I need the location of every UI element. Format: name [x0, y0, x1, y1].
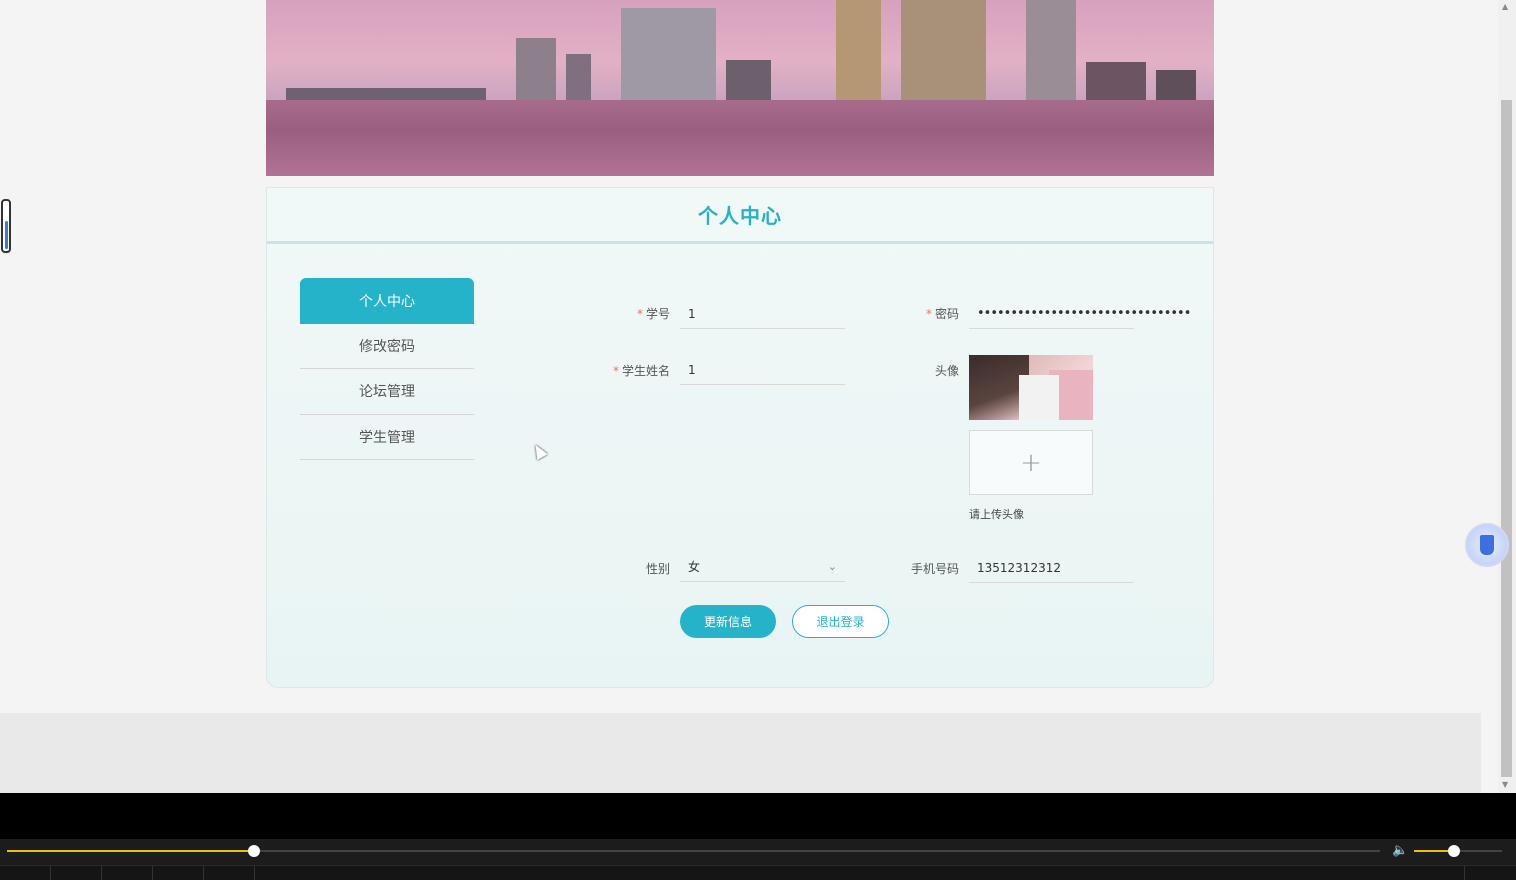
chevron-down-icon: ⌄ — [827, 560, 837, 573]
plus-icon: + — [1020, 447, 1042, 478]
student-id-label: * 学号 — [636, 307, 670, 321]
card-header: 个人中心 — [267, 188, 1213, 244]
logout-button[interactable]: 退出登录 — [792, 605, 889, 638]
student-name-field[interactable]: 1 — [680, 355, 845, 385]
browser-page: 个人中心 个人中心 修改密码 论坛管理 学生管理 * 学号 1 * 密码 •••••… — [0, 0, 1498, 793]
phone-field[interactable]: 13512312312 — [969, 553, 1134, 583]
required-mark: * — [636, 307, 643, 321]
side-menu: 个人中心 修改密码 论坛管理 学生管理 — [300, 278, 474, 460]
progress-fill — [7, 850, 255, 852]
gender-value: 女 — [688, 560, 701, 574]
progress-track[interactable] — [7, 845, 1380, 857]
password-field[interactable]: •••••••••••••••••••••••••••••••• — [969, 299, 1191, 329]
required-mark: * — [925, 307, 932, 321]
progress-knob[interactable] — [248, 845, 261, 857]
player-bottom-row — [0, 865, 1516, 880]
volume-icon[interactable]: 🔈 — [1392, 843, 1408, 858]
update-info-button[interactable]: 更新信息 — [680, 605, 776, 638]
password-label: * 密码 — [925, 307, 959, 321]
upload-tip: 请上传头像 — [969, 508, 1024, 521]
volume-track[interactable] — [1414, 845, 1502, 857]
side-gauge-widget[interactable] — [1, 199, 11, 253]
avatar-label: 头像 — [934, 364, 959, 378]
menu-item-forum-management[interactable]: 论坛管理 — [300, 369, 474, 415]
video-player-bar: 🔈 — [0, 793, 1516, 880]
footer — [0, 713, 1481, 793]
volume-knob[interactable] — [1447, 845, 1460, 857]
gender-select[interactable]: 女 ⌄ — [680, 552, 845, 582]
player-controls: 🔈 — [0, 839, 1516, 880]
avatar-upload-button[interactable]: + — [969, 430, 1093, 495]
menu-item-change-password[interactable]: 修改密码 — [300, 324, 474, 369]
student-id-field[interactable]: 1 — [680, 299, 845, 329]
menu-item-personal-center[interactable]: 个人中心 — [300, 278, 474, 324]
cup-icon — [1480, 535, 1494, 555]
student-name-label: * 学生姓名 — [612, 364, 670, 378]
menu-item-student-management[interactable]: 学生管理 — [300, 415, 474, 460]
scroll-down-icon[interactable]: ▼ — [1502, 780, 1508, 789]
scroll-thumb[interactable] — [1501, 100, 1512, 777]
page-scrollbar[interactable]: ▲ ▼ — [1498, 0, 1516, 793]
required-mark: * — [612, 364, 619, 378]
floating-assistant-button[interactable] — [1465, 523, 1509, 567]
gender-label: 性别 — [645, 562, 670, 576]
avatar-image — [969, 355, 1093, 420]
phone-label: 手机号码 — [910, 562, 959, 576]
banner-image — [266, 0, 1214, 176]
page-title: 个人中心 — [698, 204, 782, 228]
scroll-up-icon[interactable]: ▲ — [1502, 2, 1508, 11]
personal-center-card: 个人中心 个人中心 修改密码 论坛管理 学生管理 * 学号 1 * 密码 •••••… — [266, 187, 1214, 688]
